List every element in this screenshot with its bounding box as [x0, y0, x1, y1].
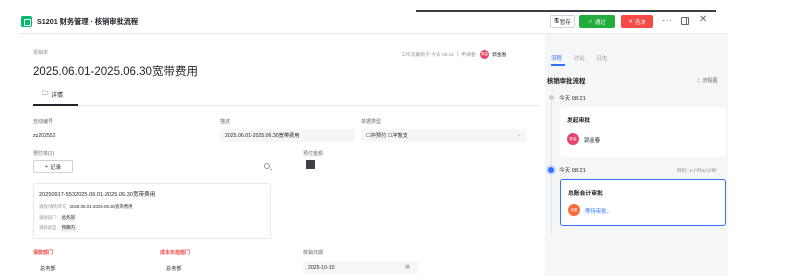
app-root: S1201 财务管理 · 核销审批流程 🖫 暂存 ✓ 通过 ✕ 否决 ··· ✕…	[0, 0, 809, 280]
save-button[interactable]: 🖫 暂存	[550, 15, 575, 28]
approve-label: 通过	[594, 19, 606, 26]
flowchart-icon: ⛬	[697, 77, 701, 84]
cost-dept-value: 总务部	[166, 266, 182, 272]
step-assignee[interactable]: 等待审批...	[585, 207, 611, 215]
reject-button[interactable]: ✕ 否决	[621, 15, 653, 28]
approval-sidebar: 流程 讨论 日志 核销审批流程 ⛬ 流程图 今天 08:21 发起审批 郭金 郭…	[545, 34, 728, 276]
tab-detail[interactable]: 🗀 详情	[42, 89, 63, 99]
prepay-card[interactable]: 20250917-5532025.06.01-2025.06.30宽带费用 请款…	[33, 183, 271, 239]
timeline-line	[551, 174, 552, 234]
document-title: 2025.06.01-2025.06.30宽带费用	[33, 66, 198, 78]
tab-flow[interactable]: 流程	[551, 54, 562, 62]
step-duration: 耗时: 2小时52分钟	[677, 169, 717, 174]
step-card-ledger[interactable]: 总账会计审批 总账 等待审批...	[560, 179, 726, 226]
tab-discussion[interactable]: 讨论	[574, 54, 585, 62]
step-time: 今天 08:21	[559, 168, 586, 174]
doc-type-field-label: 单据类型	[361, 119, 382, 125]
main-form: 报销单 2025.06.01-2025.06.30宽带费用 工作流最新于 今天 …	[18, 34, 545, 276]
split-view-icon[interactable]	[681, 17, 689, 25]
save-icon: 🖫	[554, 18, 559, 24]
meta-divider: |	[457, 52, 459, 57]
card-row-label: 请款/请购单号	[39, 204, 67, 209]
step-assignee: 郭金春	[584, 138, 601, 144]
add-record-label: 记录	[50, 164, 61, 171]
prepay-amount-label: 预付金额	[303, 151, 324, 157]
card-row-dept: 请款部门 总务部	[39, 214, 77, 222]
verify-date-label: 核销日期	[303, 250, 324, 256]
more-icon[interactable]: ···	[662, 15, 673, 25]
verify-date-value: 2025-10-10	[308, 264, 335, 271]
applicant-label: 申请者:	[461, 53, 478, 58]
search-icon[interactable]	[264, 163, 270, 169]
prepay-amount-value	[306, 160, 315, 169]
tab-active-indicator	[551, 64, 565, 66]
approve-button[interactable]: ✓ 通过	[579, 15, 615, 28]
card-row-type: 请款类型 预算内	[39, 224, 77, 232]
avatar: 郭金	[567, 133, 579, 145]
avatar: 总账	[568, 204, 580, 216]
check-icon: ✓	[588, 18, 593, 25]
auto-no-label: 自动编号	[33, 119, 54, 125]
chevron-down-icon: ⌄	[516, 132, 521, 138]
description-field[interactable]: 2025.06.01-2025.06.30宽带费用	[220, 129, 355, 142]
plus-icon: +	[45, 163, 49, 170]
step-title: 发起审批	[567, 118, 591, 124]
workflow-meta: 工作流最新于 今天 08:21 | 申请者: 郭金 郭金春	[401, 50, 506, 59]
flowchart-label: 流程图	[702, 78, 718, 84]
timeline-line	[551, 101, 552, 167]
close-icon[interactable]: ✕	[699, 14, 707, 25]
card-row-label: 请款部门	[39, 215, 57, 220]
tab-active-indicator	[33, 104, 78, 106]
flowchart-link[interactable]: ⛬ 流程图	[697, 77, 718, 85]
card-row-label: 请款类型	[39, 225, 57, 230]
doc-type-value: ☐冲预付 ☐冲暂支	[366, 133, 408, 139]
card-row-tag: 预算内	[59, 224, 77, 232]
card-row-tag: 总务部	[59, 214, 77, 222]
card-row-request-no: 请款/请购单号 2025.06.01-2025.06.30宽带费用	[39, 204, 133, 210]
calendar-icon: ▦	[405, 264, 410, 270]
timeline-dot	[549, 95, 554, 100]
tab-log[interactable]: 日志	[597, 54, 608, 62]
reject-label: 否决	[634, 19, 646, 26]
auto-no-value: zz202552	[33, 133, 56, 139]
side-tabs: 流程 讨论 日志	[551, 54, 607, 62]
tab-detail-label: 详情	[51, 92, 64, 99]
updated-text: 工作流最新于 今天 08:21	[401, 53, 455, 58]
app-logo-icon	[21, 16, 32, 27]
flow-title: 核销审批流程	[547, 78, 586, 85]
card-title: 20250917-5532025.06.01-2025.06.30宽带费用	[39, 192, 156, 198]
top-divider	[416, 10, 716, 12]
cross-icon: ✕	[628, 18, 633, 25]
page-title: S1201 财务管理 · 核销审批流程	[37, 17, 139, 26]
doc-type-label: 报销单	[33, 50, 49, 56]
description-label: 描述	[220, 119, 231, 125]
folder-icon: 🗀	[42, 91, 49, 97]
step-time: 今天 08:21	[559, 96, 586, 102]
applicant-name[interactable]: 郭金春	[492, 51, 506, 58]
cost-dept-label: 成本负担部门	[160, 250, 191, 256]
prepay-label: 预付单(1)	[33, 151, 55, 157]
approval-window: S1201 财务管理 · 核销审批流程 🖫 暂存 ✓ 通过 ✕ 否决 ··· ✕…	[18, 10, 728, 276]
card-row-value: 2025.06.01-2025.06.30宽带费用	[69, 204, 133, 209]
tab-divider	[33, 105, 540, 106]
verify-date-field[interactable]: 2025-10-10 ▦	[303, 261, 418, 274]
step-card-initiate[interactable]: 发起审批 郭金 郭金春	[560, 107, 726, 157]
add-record-button[interactable]: + 记录	[33, 160, 73, 173]
top-bar: S1201 财务管理 · 核销审批流程 🖫 暂存 ✓ 通过 ✕ 否决 ··· ✕	[18, 10, 728, 34]
avatar: 郭金	[480, 50, 490, 59]
apply-dept-label: 请款部门	[33, 250, 54, 256]
doc-type-select[interactable]: ☐冲预付 ☐冲暂支 ⌄	[361, 129, 526, 142]
save-label: 暂存	[559, 19, 571, 26]
step-title: 总账会计审批	[568, 191, 603, 197]
apply-dept-value: 总务部	[40, 266, 56, 272]
